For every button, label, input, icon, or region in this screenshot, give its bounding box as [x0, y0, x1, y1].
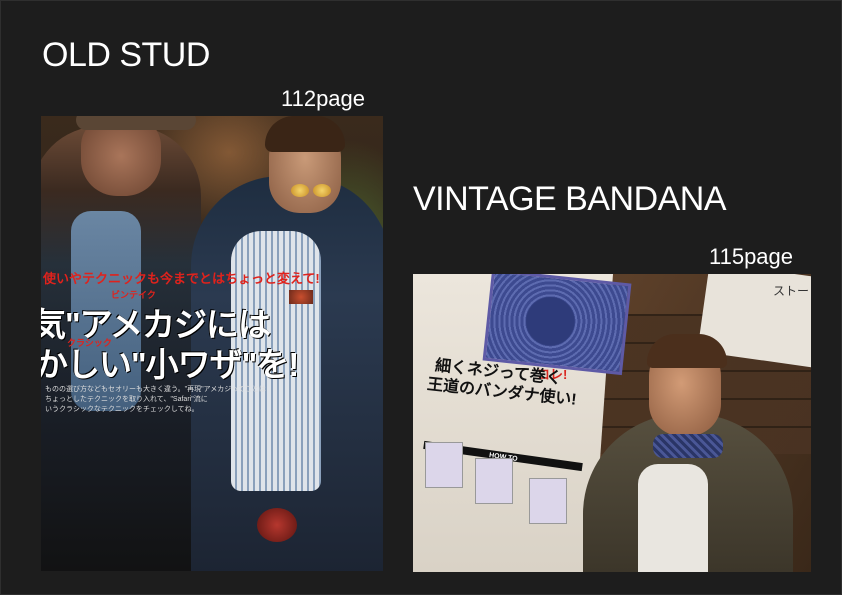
photo-pocket-square — [289, 290, 313, 304]
magazine-body-2: ちょっとしたテクニックを取り入れて、"Safari"流に — [45, 396, 208, 403]
magazine-body-3: いうクラシックなテクニックをチェックしてね。 — [45, 406, 199, 413]
section-title-vintage-bandana: VINTAGE BANDANA — [413, 180, 727, 218]
magazine-headline-2: かしい"小ワザ"を! — [41, 346, 299, 383]
page-number-112: 112page — [281, 86, 366, 111]
sunglasses-icon — [291, 184, 335, 198]
section-title-old-stud: OLD STUD — [42, 36, 210, 74]
magazine-corner-text: ストー — [773, 284, 810, 298]
magazine-body-1: ものの選び方などもセオリーも大きく違う。"再現"アメカジってことは — [45, 386, 266, 393]
magazine-kicker-text: 使いやテクニックも今までとはちょっと変えて! — [43, 271, 320, 286]
photo-hair-right — [265, 116, 345, 152]
vintage-bandana-magazine-photo: ストー コレ! 細くネジって巻く 王道のバンダナ使い! HOW TO — [413, 274, 811, 572]
photo-man-tshirt — [638, 464, 708, 572]
photo-hat — [76, 116, 196, 130]
page-number-115: 115page — [709, 244, 794, 269]
howto-step-2 — [475, 458, 513, 504]
photo-neck-bandana — [653, 434, 723, 458]
photo-cup — [257, 508, 297, 542]
photo-man-hair — [647, 334, 727, 368]
howto-step-1 — [425, 442, 463, 488]
howto-step-3 — [529, 478, 567, 524]
old-stud-magazine-photo: 使いやテクニックも今までとはちょっと変えて! ビンテイク 気"アメカジには クラ… — [41, 116, 383, 571]
